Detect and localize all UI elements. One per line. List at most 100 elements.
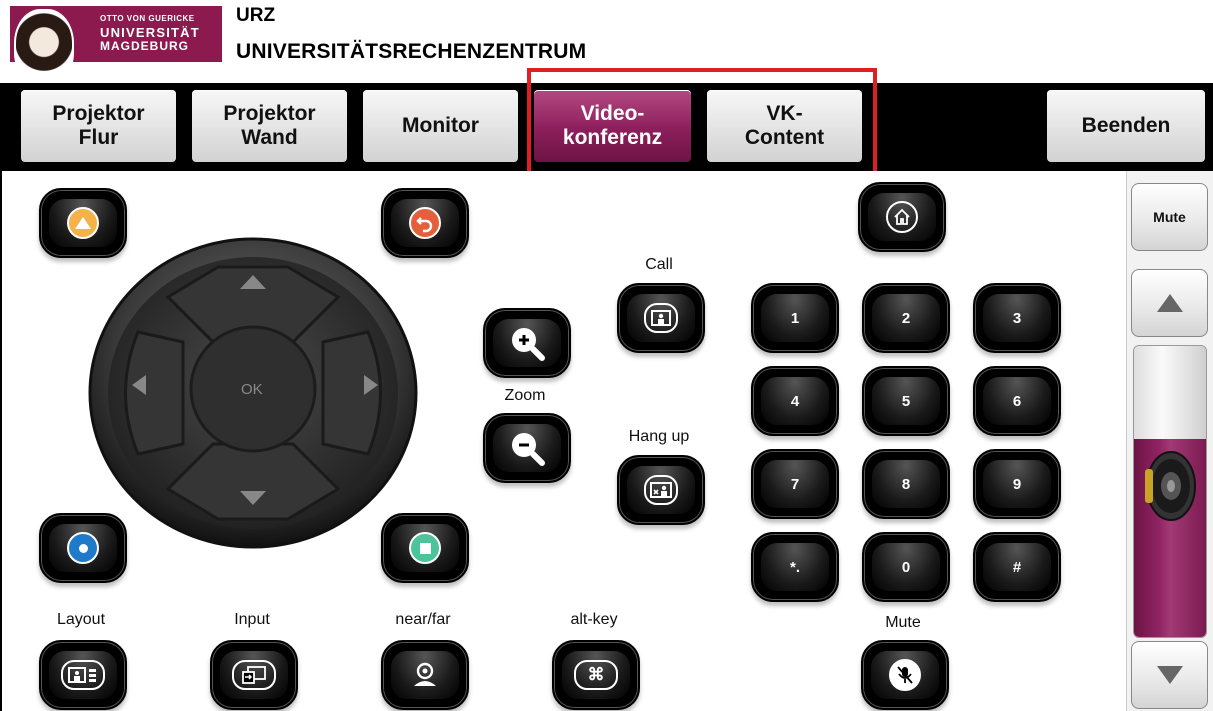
app-frame: OTTO VON GUERICKE UNIVERSITÄT MAGDEBURG …	[0, 0, 1213, 711]
keypad-key-label: 9	[983, 460, 1051, 508]
mic-mute-button[interactable]	[861, 640, 949, 710]
button-face	[391, 524, 459, 572]
tab-label: Beenden	[1081, 114, 1171, 137]
zoom-out-icon	[512, 433, 545, 466]
logo-line-3: MAGDEBURG	[100, 39, 189, 53]
keypad-key[interactable]: 0	[862, 532, 950, 602]
keypad-key-label: 6	[983, 377, 1051, 425]
volume-slider-track	[1134, 346, 1206, 439]
button-face	[868, 193, 936, 241]
button-face	[627, 466, 695, 514]
tab-beenden[interactable]: Beenden	[1047, 90, 1205, 162]
triangle-up-icon	[67, 207, 99, 239]
hangup-button[interactable]	[617, 455, 705, 525]
keypad-key-label: *.	[761, 543, 829, 591]
button-face	[871, 651, 939, 699]
logo-line-1: OTTO VON GUERICKE	[100, 14, 195, 23]
keypad-key-label: 5	[872, 377, 940, 425]
home-icon	[886, 201, 918, 233]
keypad-key[interactable]: 5	[862, 366, 950, 436]
keypad-key-label: #	[983, 543, 1051, 591]
highlight-box	[527, 68, 877, 178]
altkey-label: alt-key	[570, 611, 618, 628]
tab-projektor-flur[interactable]: Projektor Flur	[21, 90, 176, 162]
dpad-left-button[interactable]	[124, 330, 185, 456]
volume-up-button[interactable]	[1131, 269, 1208, 337]
input-icon	[232, 660, 276, 690]
logo-line-2: UNIVERSITÄT	[100, 25, 200, 40]
triangle-down-icon	[1156, 666, 1183, 684]
layout-button[interactable]	[39, 640, 127, 710]
button-face	[49, 651, 117, 699]
button-face	[493, 424, 561, 472]
button-face	[391, 651, 459, 699]
portrait-icon	[14, 9, 74, 87]
keypad-key[interactable]: 9	[973, 449, 1061, 519]
header-title-short: URZ	[236, 5, 276, 26]
volume-mute-button[interactable]: Mute	[1131, 183, 1208, 251]
tab-projektor-wand[interactable]: Projektor Wand	[192, 90, 347, 162]
keypad-key[interactable]: *.	[751, 532, 839, 602]
call-icon	[644, 303, 678, 333]
keypad-key-label: 7	[761, 460, 829, 508]
nearfar-label: near/far	[395, 611, 451, 628]
layout-label: Layout	[56, 611, 106, 628]
camera-icon	[414, 662, 436, 686]
tab-label: Projektor Flur	[52, 102, 145, 149]
home-button[interactable]	[858, 182, 946, 252]
keypad-key[interactable]: 8	[862, 449, 950, 519]
keypad-key[interactable]: 1	[751, 283, 839, 353]
keypad-key[interactable]: 4	[751, 366, 839, 436]
speaker-icon	[1145, 451, 1196, 521]
keypad-key-label: 1	[761, 294, 829, 342]
zoom-in-button[interactable]	[483, 308, 571, 378]
record-icon	[67, 532, 99, 564]
button-face	[49, 524, 117, 572]
zoom-label: Zoom	[504, 387, 546, 404]
mute-label: Mute	[885, 614, 921, 631]
dpad-ok-label: OK	[241, 381, 263, 398]
keypad-key[interactable]: 2	[862, 283, 950, 353]
stop-icon	[409, 532, 441, 564]
nearfar-button[interactable]	[381, 640, 469, 710]
button-face	[627, 294, 695, 342]
tab-monitor[interactable]: Monitor	[363, 90, 518, 162]
keypad-key-label: 3	[983, 294, 1051, 342]
stop-button[interactable]	[381, 513, 469, 583]
triangle-up-icon	[1156, 294, 1183, 312]
input-button[interactable]	[210, 640, 298, 710]
keypad-key-label: 2	[872, 294, 940, 342]
dpad-right-button[interactable]	[321, 330, 382, 456]
button-face	[220, 651, 288, 699]
command-icon: ⌘	[574, 660, 618, 690]
back-arrow-icon	[409, 207, 441, 239]
record-button[interactable]	[39, 513, 127, 583]
hangup-icon	[644, 475, 678, 505]
keypad-key[interactable]: 7	[751, 449, 839, 519]
volume-down-button[interactable]	[1131, 641, 1208, 709]
zoom-in-icon	[512, 328, 545, 361]
call-button[interactable]	[617, 283, 705, 353]
university-logo: OTTO VON GUERICKE UNIVERSITÄT MAGDEBURG	[10, 6, 222, 87]
button-face	[493, 319, 561, 367]
keypad-key[interactable]: 6	[973, 366, 1061, 436]
keypad-key[interactable]: 3	[973, 283, 1061, 353]
mic-mute-icon	[889, 659, 921, 691]
volume-mute-label: Mute	[1153, 209, 1186, 225]
hangup-label: Hang up	[628, 428, 690, 445]
zoom-out-button[interactable]	[483, 413, 571, 483]
call-label: Call	[645, 256, 673, 273]
keypad-key[interactable]: #	[973, 532, 1061, 602]
tab-label: Monitor	[402, 114, 479, 137]
volume-slider[interactable]	[1133, 345, 1207, 638]
header-title-long: UNIVERSITÄTSRECHENZENTRUM	[236, 40, 587, 63]
keypad-key-label: 0	[872, 543, 940, 591]
tab-label: Projektor Wand	[223, 102, 316, 149]
altkey-button[interactable]: ⌘	[552, 640, 640, 710]
layout-icon	[61, 660, 105, 690]
dpad: OK	[88, 237, 418, 549]
button-face: ⌘	[562, 651, 630, 699]
keypad-key-label: 8	[872, 460, 940, 508]
input-label: Input	[234, 611, 270, 628]
keypad-key-label: 4	[761, 377, 829, 425]
